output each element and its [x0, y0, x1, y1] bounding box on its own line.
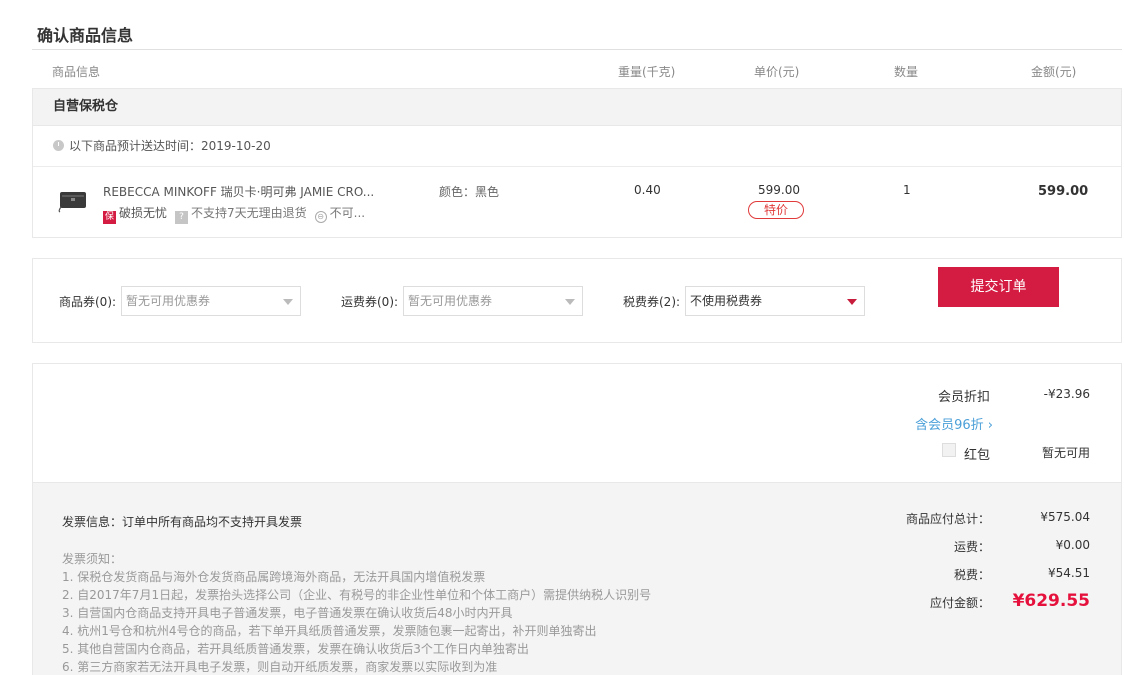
- column-header-weight: 重量(千克): [618, 65, 676, 79]
- page-title: 确认商品信息: [37, 26, 134, 45]
- chevron-down-icon: [565, 299, 575, 305]
- title-divider: [32, 49, 1122, 50]
- invoice-note: 3. 自营国内仓商品支持开具电子普通发票，电子普通发票在确认收货后48小时内开具: [62, 606, 513, 620]
- invoice-notes: 发票须知： 1. 保税仓发货商品与海外仓发货商品属跨境海外商品，无法开具国内增值…: [62, 550, 651, 675]
- tax-value: ¥54.51: [1048, 566, 1090, 580]
- tax-coupon-select[interactable]: 不使用税费券: [685, 286, 865, 316]
- warehouse-section: 自营保税仓 以下商品预计送达时间：2019-10-20 REBECCA MINK…: [32, 88, 1122, 238]
- product-name[interactable]: REBECCA MINKOFF 瑞贝卡·明可弗 JAMIE CRO...: [103, 183, 393, 200]
- no-return-tag: 不支持7天无理由退货: [191, 206, 307, 220]
- clock-icon: [53, 140, 64, 151]
- redpacket-checkbox[interactable]: [942, 443, 956, 457]
- column-header-info: 商品信息: [52, 65, 101, 79]
- goods-total-label: 商品应付总计：: [905, 512, 990, 526]
- product-amount: 599.00: [1038, 184, 1089, 199]
- tax-coupon-value: 不使用税费券: [690, 294, 763, 308]
- goods-coupon-label: 商品券(0):: [59, 295, 117, 309]
- chevron-down-icon: [283, 299, 293, 305]
- product-unit-price: 599.00: [758, 183, 800, 197]
- shipping-coupon-select[interactable]: 暂无可用优惠券: [403, 286, 583, 316]
- vip-discount-link[interactable]: 含会员96折 ›: [915, 414, 993, 433]
- tax-label: 税费：: [953, 568, 990, 582]
- invoice-note: 2. 自2017年7月1日起，发票抬头选择公司（企业、有税号的非企业性单位和个体…: [62, 588, 652, 602]
- shipping-value: ¥0.00: [1055, 538, 1090, 552]
- redpacket-label: 红包: [963, 448, 990, 463]
- column-header-quantity: 数量: [894, 65, 919, 79]
- goods-total-value: ¥575.04: [1040, 510, 1090, 524]
- damage-free-tag: 破损无忧: [119, 206, 168, 220]
- invoice-note: 6. 第三方商家若无法开具电子发票，则自动开纸质发票，商家发票以实际收到为准: [62, 660, 498, 674]
- invoice-and-totals-panel: 发票信息：订单中所有商品均不支持开具发票 发票须知： 1. 保税仓发货商品与海外…: [33, 483, 1121, 675]
- invoice-note: 4. 杭州1号仓和杭州4号仓的商品，若下单开具纸质普通发票，发票随包裹一起寄出，…: [62, 624, 597, 638]
- warehouse-name: 自营保税仓: [33, 89, 1121, 126]
- question-badge-icon: ?: [175, 211, 189, 224]
- submit-order-button[interactable]: 提交订单: [938, 267, 1059, 307]
- product-thumbnail[interactable]: [57, 185, 89, 213]
- delivery-estimate: 以下商品预计送达时间：2019-10-20: [33, 126, 1121, 167]
- goods-coupon-value: 暂无可用优惠券: [126, 294, 211, 308]
- minus-circle-icon: ⊖: [314, 211, 327, 223]
- product-quantity: 1: [903, 183, 911, 197]
- goods-coupon-select[interactable]: 暂无可用优惠券: [121, 286, 301, 316]
- tax-coupon-label: 税费券(2):: [623, 295, 681, 309]
- order-summary: 会员折扣 -¥23.96 含会员96折 › 红包 暂无可用 发票信息：订单中所有…: [32, 363, 1122, 675]
- invoice-note: 1. 保税仓发货商品与海外仓发货商品属跨境海外商品，无法开具国内增值税发票: [62, 570, 486, 584]
- column-header-unit-price: 单价(元): [754, 65, 800, 79]
- column-header-amount: 金额(元): [1031, 65, 1077, 79]
- shipping-coupon-value: 暂无可用优惠券: [408, 294, 493, 308]
- more-tag: 不可...: [329, 206, 366, 220]
- invoice-notes-title: 发票须知：: [62, 552, 123, 566]
- product-weight: 0.40: [634, 183, 661, 197]
- member-discount-label: 会员折扣: [937, 390, 990, 405]
- shipping-coupon-label: 运费券(0):: [341, 295, 399, 309]
- chevron-down-icon: [847, 299, 857, 305]
- shipping-label: 运费：: [953, 540, 990, 554]
- product-tags: 保破损无忧? 不支持7天无理由退货 ⊖ 不可...: [103, 204, 365, 224]
- product-color: 颜色：黑色: [439, 185, 500, 199]
- invoice-note: 5. 其他自营国内仓商品，若开具纸质普通发票，发票在确认收货后3个工作日内单独寄…: [62, 642, 529, 656]
- delivery-text: 以下商品预计送达时间：2019-10-20: [69, 139, 271, 153]
- special-price-badge: 特价: [748, 201, 804, 219]
- redpacket-value: 暂无可用: [1041, 446, 1090, 460]
- payable-label: 应付金额：: [929, 596, 990, 610]
- bao-badge-icon: 保: [103, 211, 116, 224]
- invoice-info: 发票信息：订单中所有商品均不支持开具发票: [62, 515, 303, 529]
- payable-amount: ¥629.55: [1012, 591, 1090, 611]
- member-discount-value: -¥23.96: [1043, 387, 1090, 401]
- discount-panel: 会员折扣 -¥23.96 含会员96折 › 红包 暂无可用: [33, 364, 1121, 483]
- product-row: REBECCA MINKOFF 瑞贝卡·明可弗 JAMIE CRO... 保破损…: [33, 167, 1121, 237]
